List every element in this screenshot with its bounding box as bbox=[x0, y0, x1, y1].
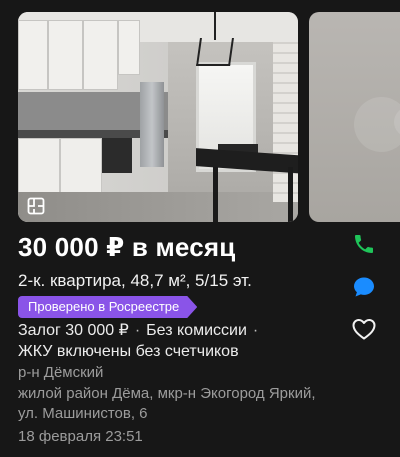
photo-floor bbox=[18, 192, 298, 222]
photo-pendant-lamp bbox=[196, 38, 234, 66]
utilities-text: ЖКУ включены без счетчиков bbox=[18, 343, 239, 360]
photo-cabinet bbox=[60, 138, 102, 193]
listing-photo-next[interactable] bbox=[309, 12, 400, 222]
photo-lamp-cord bbox=[214, 12, 216, 40]
photo-cabinet bbox=[83, 20, 118, 90]
rental-terms: Залог 30 000 ₽ · Без комиссии · ЖКУ включен… bbox=[18, 320, 338, 362]
separator-dot: · bbox=[252, 322, 259, 339]
favorite-button[interactable] bbox=[350, 317, 378, 345]
photo-brick-wall bbox=[273, 42, 298, 202]
photo-oven bbox=[102, 138, 132, 173]
floorplan-icon[interactable] bbox=[25, 195, 47, 217]
photo-table-leg bbox=[213, 167, 218, 222]
commission-text: Без комиссии bbox=[146, 322, 247, 339]
message-button[interactable] bbox=[350, 275, 378, 303]
photo-cabinet bbox=[18, 20, 48, 90]
photo-cabinet bbox=[18, 138, 60, 193]
phone-icon bbox=[352, 232, 376, 261]
listing-title[interactable]: 2-к. квартира, 48,7 м², 5/15 эт. bbox=[18, 271, 252, 291]
photo-cabinet bbox=[118, 20, 140, 75]
photo-table-leg bbox=[288, 167, 293, 222]
photo-fridge bbox=[140, 82, 164, 167]
listing-card[interactable]: 30 000 ₽ в месяц 2-к. квартира, 48,7 м²,… bbox=[0, 0, 400, 457]
publish-date: 18 февраля 23:51 bbox=[18, 428, 143, 445]
call-button[interactable] bbox=[350, 232, 378, 260]
deposit-text: Залог 30 000 ₽ bbox=[18, 322, 129, 339]
verified-badge: Проверено в Росреестре bbox=[18, 296, 197, 318]
heart-icon bbox=[351, 317, 377, 346]
chat-icon bbox=[352, 275, 376, 304]
photo-gallery[interactable] bbox=[18, 12, 400, 222]
listing-price: 30 000 ₽ в месяц bbox=[18, 232, 236, 262]
separator-dot: · bbox=[134, 322, 141, 339]
district-text: р-н Дёмский bbox=[18, 364, 104, 381]
photo-blur bbox=[354, 97, 400, 152]
address-text: жилой район Дёма, мкр-н Экогород Яркий, … bbox=[18, 385, 316, 422]
photo-cabinet bbox=[48, 20, 83, 90]
listing-photo-main[interactable] bbox=[18, 12, 298, 222]
